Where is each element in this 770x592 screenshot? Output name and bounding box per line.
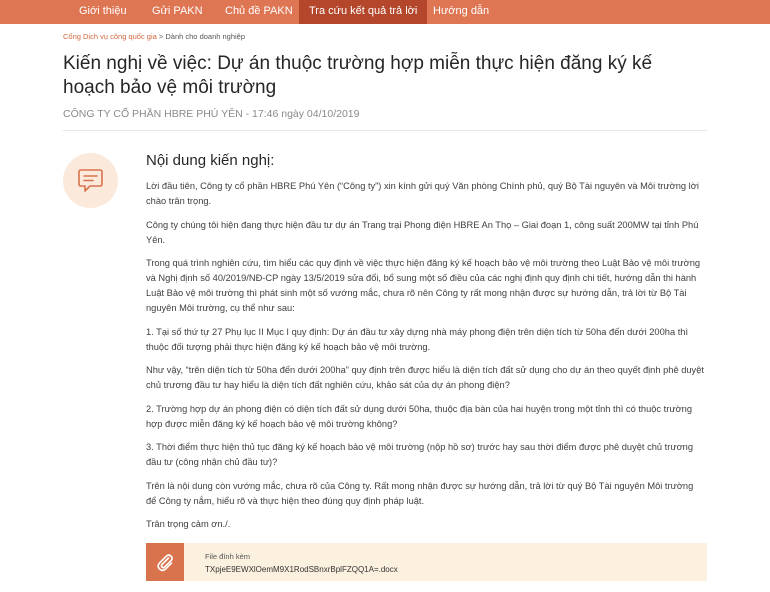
nav-item-gui-pakn[interactable]: Gửi PAKN xyxy=(142,0,213,24)
content-paragraph: 2. Trường hợp dự án phong điện có diện t… xyxy=(146,403,693,429)
content-paragraph: Công ty chúng tôi hiện đang thực hiện đầ… xyxy=(146,219,699,245)
content-paragraph: Lời đầu tiên, Công ty cổ phần HBRE Phú Y… xyxy=(146,181,699,206)
attachment-label: File đính kèm xyxy=(205,552,251,561)
content-paragraph: Trân trọng cảm ơn./. xyxy=(146,519,231,529)
paperclip-icon xyxy=(157,554,173,572)
speech-bubble-icon xyxy=(78,169,103,192)
attachment-icon-box xyxy=(146,543,184,581)
nav-item-chu-de-pakn[interactable]: Chủ đề PAKN xyxy=(215,0,303,24)
content-body: Lời đầu tiên, Công ty cổ phần HBRE Phú Y… xyxy=(146,179,706,541)
nav-item-huong-dan[interactable]: Hướng dẫn xyxy=(423,0,499,24)
page-title: Kiến nghị về việc: Dự án thuộc trường hợ… xyxy=(63,53,653,98)
divider xyxy=(63,130,707,131)
content-heading: Nội dung kiến nghị: xyxy=(146,152,275,169)
attachment-filename[interactable]: TXpjeE9EWXlOemM9X1RodSBnxrBplFZQQ1A=.doc… xyxy=(205,565,398,574)
breadcrumb-link-home[interactable]: Cổng Dịch vụ công quốc gia xyxy=(63,32,157,41)
content-avatar xyxy=(63,153,118,208)
content-paragraph: 3. Thời điểm thực hiện thủ tục đăng ký k… xyxy=(146,442,694,467)
breadcrumb-current: Dành cho doanh nghiệp xyxy=(165,32,246,41)
attachment-card[interactable]: File đính kèm TXpjeE9EWXlOemM9X1RodSBnxr… xyxy=(146,543,707,581)
top-navigation: Giới thiệu Gửi PAKN Chủ đề PAKN Tra cứu … xyxy=(0,0,770,24)
submission-meta: CÔNG TY CỔ PHẦN HBRE PHÚ YÊN - 17:46 ngà… xyxy=(63,108,360,120)
content-paragraph: Như vậy, “trên diện tích từ 50ha đến dướ… xyxy=(146,365,704,390)
nav-item-tra-cuu-ket-qua[interactable]: Tra cứu kết quả trả lời xyxy=(299,0,428,24)
nav-item-gioi-thieu[interactable]: Giới thiệu xyxy=(69,0,137,24)
content-paragraph: Trong quá trình nghiên cứu, tìm hiểu các… xyxy=(146,258,701,313)
content-paragraph: 1. Tại số thứ tự 27 Phụ lục II Mục I quy… xyxy=(146,326,689,352)
breadcrumb: Cổng Dịch vụ công quốc gia > Dành cho do… xyxy=(63,32,245,41)
content-paragraph: Trên là nội dung còn vướng mắc, chưa rõ … xyxy=(146,480,694,506)
